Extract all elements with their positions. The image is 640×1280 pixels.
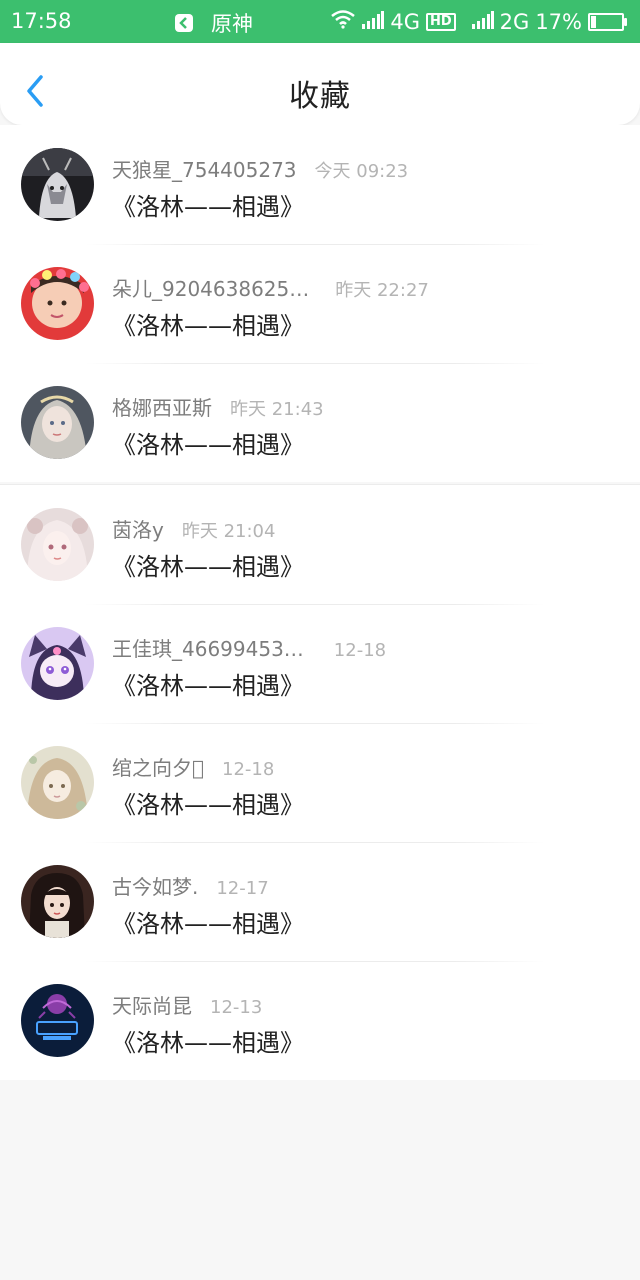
name-row: 绾之向夕  12-18 [112,752,274,781]
avatar[interactable] [21,386,94,459]
user-name[interactable]: 茵洛y [112,514,164,543]
favorites-list: 天狼星_754405273 今天 09:23 《洛林——相遇》 朵儿_92046… [0,125,640,1080]
status-icons: 4G HD 2G 17% [330,9,627,34]
avatar[interactable] [21,508,94,581]
name-row: 天狼星_754405273 今天 09:23 [112,154,408,183]
name-row: 天际尚昆 12-13 [112,990,262,1019]
work-title: 《洛林——相遇》 [112,672,304,700]
user-name[interactable]: 天狼星_754405273 [112,154,297,183]
name-row: 王佳琪_46699453… 12-18 [112,633,386,662]
list-item[interactable]: 格娜西亚斯 昨天 21:43 《洛林——相遇》 [0,363,640,482]
avatar[interactable] [21,267,94,340]
name-row: 朵儿_9204638625… 昨天 22:27 [112,273,429,302]
work-title: 《洛林——相遇》 [112,1029,304,1057]
name-row: 格娜西亚斯 昨天 21:43 [112,392,324,421]
name-row: 茵洛y 昨天 21:04 [112,514,275,543]
avatar[interactable] [21,746,94,819]
work-title: 《洛林——相遇》 [112,553,304,581]
work-title: 《洛林——相遇》 [112,910,304,938]
battery-percent: 17% [535,9,582,34]
list-item[interactable]: 天际尚昆 12-13 《洛林——相遇》 [0,961,640,1080]
user-name[interactable]: 格娜西亚斯 [112,392,212,421]
signal-icon [362,10,385,34]
avatar[interactable] [21,148,94,221]
list-item[interactable]: 王佳琪_46699453… 12-18 《洛林——相遇》 [0,604,640,723]
timestamp: 昨天 22:27 [335,280,429,301]
hd-badge: HD [426,12,456,31]
timestamp: 12-18 [222,759,275,780]
timestamp: 昨天 21:43 [230,399,324,420]
work-title: 《洛林——相遇》 [112,791,304,819]
battery-icon [588,12,627,31]
network-2g: 2G [499,9,530,34]
timestamp: 今天 09:23 [314,161,409,182]
user-name[interactable]: 王佳琪_46699453… [112,633,304,662]
favorites-group-1: 天狼星_754405273 今天 09:23 《洛林——相遇》 朵儿_92046… [0,125,640,482]
list-item[interactable]: 茵洛y 昨天 21:04 《洛林——相遇》 [0,485,640,604]
work-title: 《洛林——相遇》 [112,312,304,340]
timestamp: 12-17 [216,878,269,899]
list-item[interactable]: 朵儿_9204638625… 昨天 22:27 《洛林——相遇》 [0,244,640,363]
user-name[interactable]: 古今如梦. [112,871,198,900]
timestamp: 12-13 [210,997,263,1018]
avatar[interactable] [21,627,94,700]
wifi-icon [330,9,356,34]
work-title: 《洛林——相遇》 [112,193,304,221]
avatar[interactable] [21,984,94,1057]
status-app-name: 原神 [211,12,253,36]
status-time: 17:58 [11,9,72,33]
app-back-icon [175,14,193,32]
user-name[interactable]: 绾之向夕  [112,752,204,781]
timestamp: 昨天 21:04 [181,521,276,542]
avatar[interactable] [21,865,94,938]
list-item[interactable]: 绾之向夕  12-18 《洛林——相遇》 [0,723,640,842]
signal-icon-2 [471,10,494,34]
status-app: 原神 [175,8,253,38]
list-item[interactable]: 古今如梦. 12-17 《洛林——相遇》 [0,842,640,961]
list-item[interactable]: 天狼星_754405273 今天 09:23 《洛林——相遇》 [0,125,640,244]
user-name[interactable]: 朵儿_9204638625… [112,273,309,302]
name-row: 古今如梦. 12-17 [112,871,269,900]
work-title: 《洛林——相遇》 [112,431,304,459]
user-name[interactable]: 天际尚昆 [112,990,192,1019]
page-title: 收藏 [289,79,351,114]
timestamp: 12-18 [333,640,387,661]
favorites-group-2: 茵洛y 昨天 21:04 《洛林——相遇》 王佳琪_46699453… 12-1… [0,484,640,1080]
status-bar: 17:58 原神 4G HD 2G 17% [0,0,640,43]
page-header: 收藏 [0,43,640,125]
network-4g: 4G [390,9,420,34]
